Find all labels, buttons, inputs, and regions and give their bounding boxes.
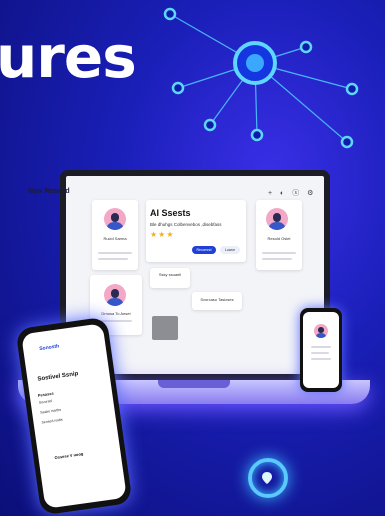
network-node — [250, 128, 264, 142]
network-node — [299, 40, 313, 54]
avatar — [104, 284, 126, 306]
app-title: New Resend — [28, 188, 70, 195]
ai-card-title: AI Ssests — [150, 208, 191, 218]
rating-stars: ★★★ — [150, 230, 175, 239]
avatar — [104, 208, 126, 230]
phone-brand: Sonosth — [38, 343, 60, 353]
text-line — [311, 358, 331, 360]
network-node — [345, 82, 359, 96]
flow-node — [150, 268, 190, 288]
phone-heading: Sostivel Ssnip — [37, 371, 79, 383]
network-node — [340, 135, 354, 149]
profile-name: Rucid Sarma — [103, 236, 127, 241]
phone-field[interactable]: Sensed nsdts — [41, 418, 63, 425]
phone-field-label: Pesasss — [37, 390, 54, 398]
text-line — [262, 252, 296, 254]
photo-thumbnail — [152, 316, 178, 340]
phone-field[interactable]: Ssvorsol — [39, 399, 53, 405]
phone-right-screen — [303, 312, 339, 388]
recommend-button[interactable]: Recomnd — [192, 246, 216, 254]
flow-label: Sssy ssuaell — [158, 272, 182, 277]
network-node — [203, 118, 217, 132]
network-hub-core — [246, 54, 264, 72]
headline-text: ures — [0, 23, 137, 91]
location-pin-icon — [262, 472, 272, 484]
secondary-button[interactable]: Luwce — [220, 246, 240, 254]
text-line — [262, 258, 292, 260]
text-line — [98, 252, 132, 254]
network-node — [163, 7, 177, 21]
text-line — [311, 352, 329, 354]
phone-right — [300, 308, 342, 392]
toolbar-icons[interactable]: + ◐ ⓢ ⚙ — [268, 188, 316, 198]
profile-name: Resold Oslet — [267, 236, 291, 241]
phone-left-screen: Sonosth Sostivel Ssnip Pesasss Ssvorsol … — [21, 323, 127, 509]
laptop-trackpad-notch — [158, 380, 230, 388]
text-line — [311, 346, 331, 348]
avatar — [266, 208, 288, 230]
text-line — [98, 258, 128, 260]
phone-field[interactable]: Sasbe rsivtbs — [40, 408, 61, 415]
profile-name: Drnosa To Aeset — [101, 311, 131, 316]
avatar — [314, 324, 328, 338]
network-node — [171, 81, 185, 95]
flow-label: Svorcaso Tasioses — [200, 297, 234, 302]
phone-footer: Ossese V uoog — [54, 451, 84, 461]
ai-card-subtitle: Ble dhuhgs Colbenvebos ,disebfass — [150, 222, 222, 227]
